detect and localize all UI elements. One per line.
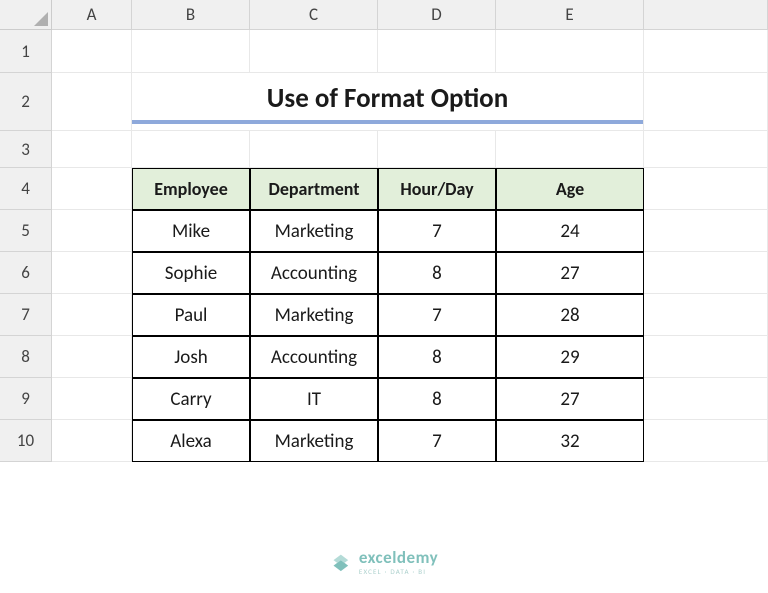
table-row[interactable]: Marketing <box>250 294 378 336</box>
cell-c3[interactable] <box>250 131 378 168</box>
cell-a8[interactable] <box>52 336 132 378</box>
cell-f2[interactable] <box>644 73 768 131</box>
column-header-d[interactable]: D <box>378 0 496 30</box>
cell-f9[interactable] <box>644 378 768 420</box>
table-row[interactable]: 8 <box>378 378 496 420</box>
watermark-brand: exceldemy <box>359 549 438 566</box>
row-header-2[interactable]: 2 <box>0 73 52 131</box>
select-all-corner[interactable] <box>0 0 52 30</box>
cell-a6[interactable] <box>52 252 132 294</box>
title-merged-cell[interactable]: Use of Format Option <box>132 73 644 131</box>
table-row[interactable]: Mike <box>132 210 250 252</box>
column-header-blank[interactable] <box>644 0 768 30</box>
table-row[interactable]: Accounting <box>250 336 378 378</box>
table-row[interactable]: 27 <box>496 378 644 420</box>
cell-f4[interactable] <box>644 168 768 210</box>
table-row[interactable]: Sophie <box>132 252 250 294</box>
column-header-b[interactable]: B <box>132 0 250 30</box>
cell-f1[interactable] <box>644 30 768 73</box>
spreadsheet-grid: A B C D E 1 2 Use of Format Option 3 4 E… <box>0 0 768 462</box>
table-row[interactable]: 28 <box>496 294 644 336</box>
row-header-5[interactable]: 5 <box>0 210 52 252</box>
cell-d3[interactable] <box>378 131 496 168</box>
cell-f7[interactable] <box>644 294 768 336</box>
table-row[interactable]: 8 <box>378 336 496 378</box>
row-header-9[interactable]: 9 <box>0 378 52 420</box>
cell-f3[interactable] <box>644 131 768 168</box>
table-row[interactable]: 32 <box>496 420 644 462</box>
table-row[interactable]: Marketing <box>250 420 378 462</box>
table-row[interactable]: 8 <box>378 252 496 294</box>
table-row[interactable]: 7 <box>378 294 496 336</box>
row-header-3[interactable]: 3 <box>0 131 52 168</box>
cell-f10[interactable] <box>644 420 768 462</box>
table-header-hourday[interactable]: Hour/Day <box>378 168 496 210</box>
column-header-a[interactable]: A <box>52 0 132 30</box>
cell-e3[interactable] <box>496 131 644 168</box>
table-row[interactable]: Accounting <box>250 252 378 294</box>
column-header-e[interactable]: E <box>496 0 644 30</box>
table-row[interactable]: 29 <box>496 336 644 378</box>
table-row[interactable]: 24 <box>496 210 644 252</box>
table-row[interactable]: Marketing <box>250 210 378 252</box>
table-row[interactable]: 7 <box>378 210 496 252</box>
cell-a10[interactable] <box>52 420 132 462</box>
cell-e1[interactable] <box>496 30 644 73</box>
cell-b1[interactable] <box>132 30 250 73</box>
row-header-7[interactable]: 7 <box>0 294 52 336</box>
cell-a5[interactable] <box>52 210 132 252</box>
watermark: exceldemy EXCEL · DATA · BI <box>330 549 438 575</box>
cell-f6[interactable] <box>644 252 768 294</box>
table-row[interactable]: Paul <box>132 294 250 336</box>
cell-a2[interactable] <box>52 73 132 131</box>
row-header-1[interactable]: 1 <box>0 30 52 73</box>
row-header-10[interactable]: 10 <box>0 420 52 462</box>
watermark-subtitle: EXCEL · DATA · BI <box>359 568 438 575</box>
row-header-8[interactable]: 8 <box>0 336 52 378</box>
table-header-employee[interactable]: Employee <box>132 168 250 210</box>
cell-b3[interactable] <box>132 131 250 168</box>
exceldemy-logo-icon <box>330 551 352 573</box>
cell-f8[interactable] <box>644 336 768 378</box>
cell-f5[interactable] <box>644 210 768 252</box>
cell-a4[interactable] <box>52 168 132 210</box>
cell-a7[interactable] <box>52 294 132 336</box>
cell-a9[interactable] <box>52 378 132 420</box>
table-row[interactable]: 7 <box>378 420 496 462</box>
cell-d1[interactable] <box>378 30 496 73</box>
table-row[interactable]: Alexa <box>132 420 250 462</box>
column-header-c[interactable]: C <box>250 0 378 30</box>
table-header-age[interactable]: Age <box>496 168 644 210</box>
table-header-department[interactable]: Department <box>250 168 378 210</box>
cell-c1[interactable] <box>250 30 378 73</box>
table-row[interactable]: IT <box>250 378 378 420</box>
row-header-4[interactable]: 4 <box>0 168 52 210</box>
table-row[interactable]: Carry <box>132 378 250 420</box>
row-header-6[interactable]: 6 <box>0 252 52 294</box>
cell-a3[interactable] <box>52 131 132 168</box>
page-title: Use of Format Option <box>132 80 643 124</box>
table-row[interactable]: Josh <box>132 336 250 378</box>
cell-a1[interactable] <box>52 30 132 73</box>
table-row[interactable]: 27 <box>496 252 644 294</box>
